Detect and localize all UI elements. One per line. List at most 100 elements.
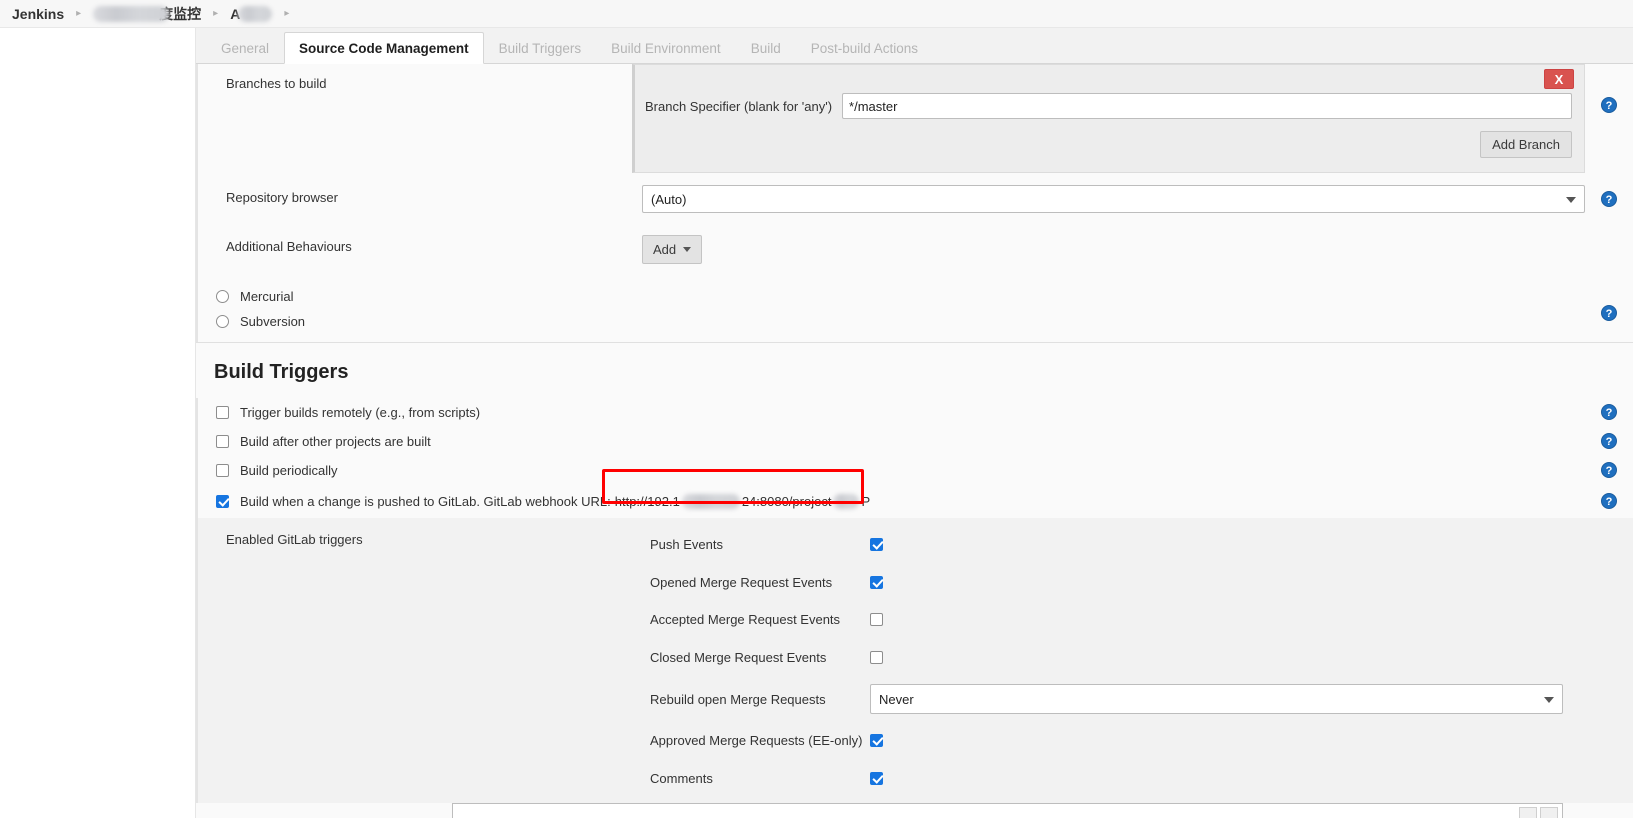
- scm-radio-group: Mercurial Subversion ?: [196, 278, 1633, 342]
- breadcrumb-separator-2: ▸: [213, 8, 219, 19]
- chevron-down-icon: [683, 247, 692, 252]
- help-icon[interactable]: ?: [1601, 305, 1617, 321]
- help-icon[interactable]: ?: [1601, 493, 1617, 509]
- breadcrumb-separator-1: ▸: [76, 8, 82, 19]
- breadcrumb-item-job[interactable]: A: [226, 5, 276, 22]
- checkbox-opened-merge-request-events[interactable]: [870, 575, 883, 589]
- radio-subversion-label: Subversion: [240, 314, 306, 329]
- add-behaviour-label: Add: [653, 242, 677, 257]
- trigger-row-closed-merge-request-events: Closed Merge Request Events: [632, 639, 1633, 677]
- trigger-row-push-events: Push Events: [632, 526, 1633, 564]
- row-build-after-other-projects[interactable]: Build after other projects are built ?: [198, 427, 1633, 456]
- trigger-label-opened-merge-request-events: Opened Merge Request Events: [650, 574, 833, 590]
- trigger-label-approved-merge-requests: Approved Merge Requests (EE-only): [650, 733, 863, 749]
- radio-subversion[interactable]: [216, 315, 229, 328]
- trigger-row-comments: Comments: [632, 760, 1633, 798]
- help-icon[interactable]: ?: [1601, 462, 1617, 478]
- input-adornment-icons: [1519, 807, 1558, 818]
- redacted-text-block: [93, 5, 170, 22]
- checkbox-comments[interactable]: [870, 771, 883, 785]
- build-triggers-heading: Build Triggers: [196, 343, 1633, 398]
- help-icon[interactable]: ?: [1601, 433, 1617, 449]
- trigger-label-accepted-merge-request-events: Accepted Merge Request Events: [650, 612, 841, 628]
- checkbox-build-on-gitlab-push[interactable]: [216, 495, 229, 508]
- checkbox-build-on-gitlab-push-label: Build when a change is pushed to GitLab.…: [240, 494, 611, 509]
- row-repository-browser: Repository browser (Auto) ?: [196, 173, 1633, 225]
- enabled-gitlab-triggers-label: Enabled GitLab triggers: [226, 532, 363, 547]
- branch-specifier-input[interactable]: [842, 93, 1572, 119]
- tab-build-environment[interactable]: Build Environment: [596, 33, 736, 63]
- branches-to-build-label: Branches to build: [226, 76, 327, 91]
- checkbox-accepted-merge-request-events[interactable]: [870, 613, 883, 627]
- chevron-down-icon: [1544, 697, 1554, 703]
- redacted-ip-block: [681, 494, 740, 509]
- checkbox-trigger-builds-remotely[interactable]: [216, 406, 229, 419]
- input-icon-1[interactable]: [1519, 807, 1537, 818]
- config-form: Branches to build X Branch Specifier (bl…: [196, 64, 1633, 818]
- repository-browser-value: (Auto): [651, 191, 687, 207]
- trigger-row-accepted-merge-request-events: Accepted Merge Request Events: [632, 601, 1633, 639]
- trigger-label-rebuild-open-merge-requests: Rebuild open Merge Requests: [650, 691, 826, 707]
- checkbox-build-after-other-projects-label: Build after other projects are built: [240, 434, 431, 449]
- redacted-project-block: [833, 494, 860, 509]
- tab-build-triggers[interactable]: Build Triggers: [483, 33, 597, 63]
- help-icon[interactable]: ?: [1601, 97, 1617, 113]
- input-icon-2[interactable]: [1540, 807, 1558, 818]
- repository-browser-label: Repository browser: [226, 190, 338, 205]
- checkbox-closed-merge-request-events[interactable]: [870, 650, 883, 664]
- left-rail: [0, 28, 196, 818]
- add-branch-button[interactable]: Add Branch: [1480, 131, 1572, 158]
- jenkins-job-config-page: Jenkins ▸ 度监控 ▸ A ▸ General Source Code …: [0, 0, 1633, 818]
- gitlab-webhook-url: http://192.1 24:8080/project P: [615, 494, 870, 509]
- comment-pattern-input[interactable]: [452, 803, 1563, 818]
- trigger-row-rebuild-open-merge-requests: Rebuild open Merge Requests Never: [632, 676, 1633, 722]
- gitlab-webhook-url-mid: 24:8080/project: [741, 494, 832, 509]
- remove-branch-button[interactable]: X: [1544, 69, 1574, 89]
- tab-build[interactable]: Build: [735, 33, 796, 63]
- tab-general[interactable]: General: [206, 33, 285, 63]
- redacted-text-block-2: [238, 5, 273, 22]
- trigger-label-push-events: Push Events: [650, 537, 723, 553]
- help-icon[interactable]: ?: [1601, 191, 1617, 207]
- tab-post-build-actions[interactable]: Post-build Actions: [795, 33, 934, 63]
- config-tabs: General Source Code Management Build Tri…: [196, 28, 1633, 64]
- build-triggers-checkbox-group: Trigger builds remotely (e.g., from scri…: [196, 398, 1633, 518]
- add-behaviour-button[interactable]: Add: [642, 235, 703, 264]
- row-build-on-gitlab-push[interactable]: Build when a change is pushed to GitLab.…: [198, 469, 1633, 518]
- trigger-label-comments: Comments: [650, 770, 713, 786]
- trigger-row-approved-merge-requests: Approved Merge Requests (EE-only): [632, 722, 1633, 760]
- breadcrumb-item-jenkins[interactable]: Jenkins: [8, 6, 68, 22]
- branch-specifier-label: Branch Specifier (blank for 'any'): [645, 98, 833, 114]
- tab-source-code-management[interactable]: Source Code Management: [284, 32, 484, 64]
- trigger-row-opened-merge-request-events: Opened Merge Request Events: [632, 564, 1633, 602]
- breadcrumb-item-folder[interactable]: 度监控: [89, 4, 205, 24]
- gitlab-webhook-url-prefix: http://192.1: [614, 494, 680, 509]
- row-branches-to-build: Branches to build X Branch Specifier (bl…: [196, 64, 1633, 173]
- rebuild-open-merge-requests-select[interactable]: Never: [870, 684, 1563, 714]
- branch-block: X Branch Specifier (blank for 'any') Add…: [632, 64, 1585, 173]
- gitlab-trigger-rows: Push Events Opened Merge Request Events …: [632, 518, 1633, 797]
- radio-row-subversion[interactable]: Subversion: [198, 309, 1633, 334]
- breadcrumb: Jenkins ▸ 度监控 ▸ A ▸: [0, 0, 1633, 28]
- radio-mercurial-label: Mercurial: [240, 289, 294, 304]
- checkbox-build-after-other-projects[interactable]: [216, 435, 229, 448]
- checkbox-build-periodically-label: Build periodically: [240, 463, 338, 478]
- radio-row-mercurial[interactable]: Mercurial: [198, 284, 1633, 309]
- row-additional-behaviours: Additional Behaviours Add: [196, 225, 1633, 278]
- checkbox-push-events[interactable]: [870, 538, 883, 552]
- checkbox-build-periodically[interactable]: [216, 464, 229, 477]
- trigger-label-closed-merge-request-events: Closed Merge Request Events: [650, 649, 827, 665]
- chevron-down-icon: [1566, 197, 1576, 203]
- rebuild-open-merge-requests-value: Never: [879, 691, 914, 707]
- checkbox-trigger-builds-remotely-label: Trigger builds remotely (e.g., from scri…: [240, 405, 481, 420]
- additional-behaviours-label: Additional Behaviours: [226, 239, 352, 254]
- help-icon[interactable]: ?: [1601, 404, 1617, 420]
- enabled-gitlab-triggers-panel: Enabled GitLab triggers Push Events Open…: [196, 518, 1633, 803]
- row-trigger-builds-remotely[interactable]: Trigger builds remotely (e.g., from scri…: [198, 398, 1633, 427]
- repository-browser-select[interactable]: (Auto): [642, 185, 1585, 213]
- checkbox-approved-merge-requests[interactable]: [870, 734, 883, 748]
- radio-mercurial[interactable]: [216, 290, 229, 303]
- gitlab-webhook-url-suffix: P: [861, 494, 871, 509]
- row-build-periodically[interactable]: Build periodically ?: [198, 456, 1633, 485]
- breadcrumb-separator-3: ▸: [284, 8, 290, 19]
